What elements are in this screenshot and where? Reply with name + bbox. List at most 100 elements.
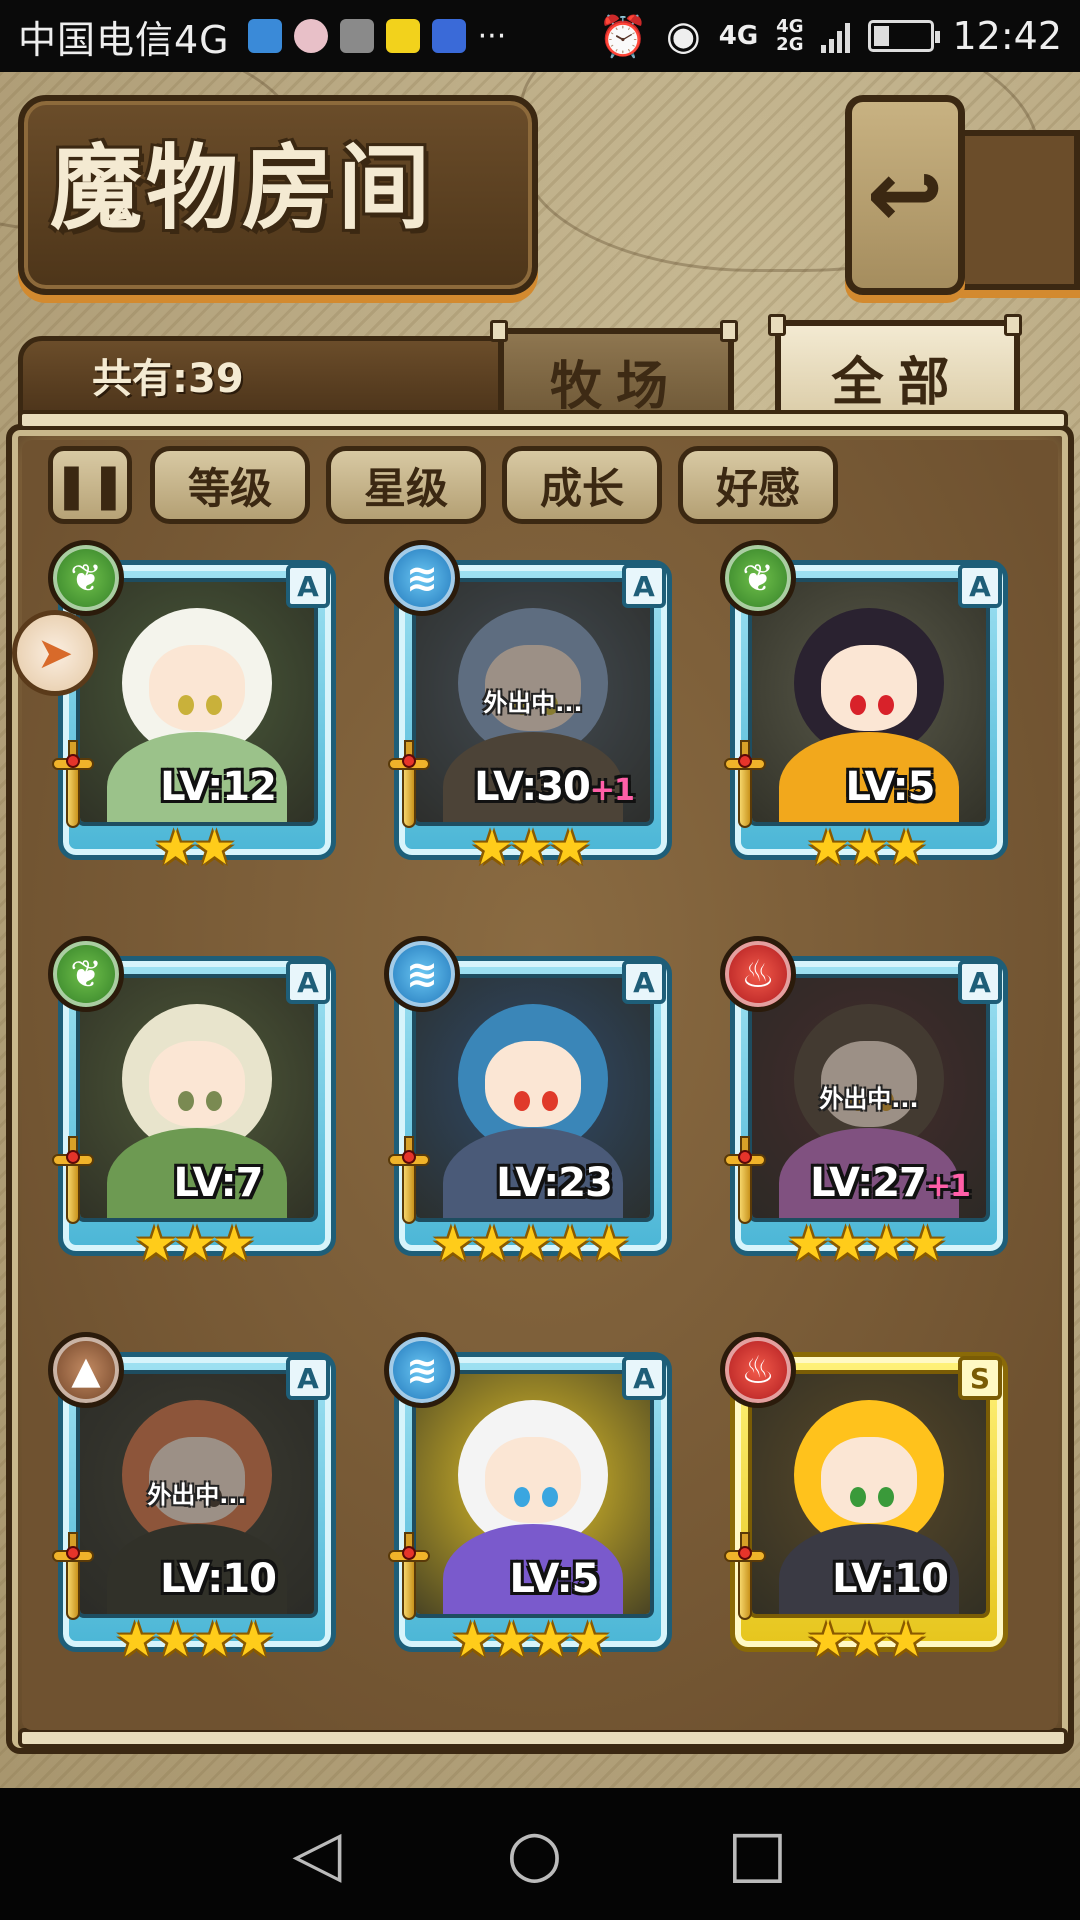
monster-level: LV:10: [790, 1556, 990, 1602]
level-bonus: +1: [925, 1169, 971, 1204]
nav-back-button[interactable]: ◁: [292, 1822, 341, 1886]
sort-growth-label: 成长: [539, 463, 624, 513]
monster-card[interactable]: A ❦ LV:12 ★★: [48, 540, 338, 872]
page-title: 魔物房间: [50, 134, 435, 242]
clock: 12:42: [952, 14, 1062, 58]
signal-icon: [821, 19, 851, 53]
star-icon: ★: [786, 1216, 830, 1272]
weapon-sword-icon: [724, 1136, 766, 1226]
element-glyph: ❦: [70, 556, 102, 600]
rank-badge: A: [622, 1356, 666, 1400]
weapon-sword-icon: [388, 1532, 430, 1622]
element-glyph: ♨: [740, 952, 776, 996]
panel-rail-top: [18, 410, 1068, 430]
star-rating: ★★: [48, 824, 338, 872]
star-icon: ★: [845, 1612, 888, 1668]
element-fire-icon: ♨: [720, 1332, 796, 1408]
star-icon: ★: [568, 1612, 611, 1668]
avatar-icon: [293, 19, 328, 53]
monster-eye-left: [514, 1090, 531, 1111]
sort-star-label: 星级: [363, 463, 448, 513]
element-glyph: ▲: [71, 1348, 101, 1392]
monster-card[interactable]: A ≋ LV:23 ★★★★★: [384, 936, 674, 1268]
nav-recent-button[interactable]: □: [727, 1822, 787, 1886]
away-status-label: 外出中...: [147, 1480, 247, 1509]
away-status-label: 外出中...: [819, 1084, 919, 1113]
rank-badge: A: [622, 960, 666, 1004]
monster-card[interactable]: A ❦ LV:7 ★★★: [48, 936, 338, 1268]
sort-growth-button[interactable]: 成长: [502, 446, 662, 524]
star-rating: ★★★★: [384, 1616, 674, 1664]
sort-affection-button[interactable]: 好感: [678, 446, 838, 524]
star-icon: ★: [153, 1612, 197, 1668]
weapon-sword-icon: [52, 1136, 94, 1226]
sort-level-button[interactable]: 等级: [150, 446, 310, 524]
monster-eye-left: [850, 1486, 867, 1507]
rank-badge: A: [958, 960, 1002, 1004]
star-rating: ★★★★: [720, 1220, 1010, 1268]
monster-card[interactable]: 外出中... A ≋ LV:30+1 ★★★: [384, 540, 674, 872]
monster-card[interactable]: A ≋ LV:5 ★★★★: [384, 1332, 674, 1664]
level-value: LV:12: [160, 764, 277, 810]
element-wood-icon: ❦: [48, 540, 124, 616]
tab-post: [720, 320, 738, 342]
monster-count: 共有:39: [92, 356, 244, 402]
level-value: LV:23: [496, 1160, 613, 1206]
nav-home-button[interactable]: ○: [506, 1822, 562, 1886]
star-icon: ★: [865, 1216, 908, 1272]
header-right-rail: [958, 130, 1080, 290]
monster-eye-left: [514, 1486, 531, 1507]
eye-icon: ◉: [665, 13, 701, 59]
weapon-sword-icon: [52, 1532, 94, 1622]
monster-level: LV:5: [790, 764, 990, 810]
level-value: LV:10: [832, 1556, 949, 1602]
tab-all-label: 全部: [831, 351, 964, 413]
star-icon: ★: [153, 820, 197, 876]
battery-level: [874, 26, 890, 46]
level-value: LV:5: [845, 764, 936, 810]
monster-card[interactable]: 外出中... A ▲ LV:10 ★★★★: [48, 1332, 338, 1664]
element-glyph: ❦: [742, 556, 774, 600]
element-glyph: ≋: [406, 556, 438, 600]
star-icon: ★: [548, 1216, 592, 1272]
star-icon: ★: [114, 1612, 158, 1668]
rank-badge: A: [286, 564, 330, 608]
star-icon: ★: [884, 820, 928, 876]
level-value: LV:7: [173, 1160, 264, 1206]
tab-post: [1004, 314, 1022, 336]
side-action-button[interactable]: ➤: [12, 610, 98, 696]
monster-face: [821, 644, 917, 731]
carrier-label: 中国电信4G: [18, 17, 230, 62]
monster-level: LV:30+1: [454, 764, 654, 810]
element-wood-icon: ❦: [48, 936, 124, 1012]
pause-icon: ❚❚: [53, 459, 127, 511]
monster-face: [149, 1040, 245, 1127]
monster-level: LV:23: [454, 1160, 654, 1206]
health-icon: [247, 19, 282, 53]
sort-order-toggle[interactable]: ❚❚: [48, 446, 132, 524]
away-status-label: 外出中...: [483, 688, 583, 717]
star-icon: ★: [489, 1612, 533, 1668]
level-value: LV:30: [474, 764, 591, 810]
element-glyph: ♨: [740, 1348, 776, 1392]
more-icon: ···: [477, 18, 507, 54]
monster-card[interactable]: A ❦ LV:5 ★★★: [720, 540, 1010, 872]
monster-eye-left: [178, 1090, 195, 1111]
star-icon: ★: [529, 1612, 572, 1668]
level-bonus: +1: [589, 773, 635, 808]
star-icon: ★: [134, 1216, 177, 1272]
sort-affection-label: 好感: [715, 463, 800, 513]
sort-star-button[interactable]: 星级: [326, 446, 486, 524]
star-icon: ★: [173, 1216, 216, 1272]
monster-card[interactable]: 外出中... A ♨ LV:27+1 ★★★★: [720, 936, 1010, 1268]
back-button[interactable]: ↩: [845, 95, 965, 295]
weapon-sword-icon: [724, 1532, 766, 1622]
star-rating: ★★★: [48, 1220, 338, 1268]
sort-level-label: 等级: [187, 463, 272, 513]
network-4g-2g: 4G 2G: [776, 16, 804, 55]
weapon-sword-icon: [52, 740, 94, 830]
star-icon: ★: [193, 820, 236, 876]
gallery-icon: [339, 19, 374, 53]
status-bar: 中国电信4G ··· ⏰ ◉ 4G 4G 2G 12:42: [0, 0, 1080, 72]
monster-card[interactable]: S ♨ LV:10 ★★★: [720, 1332, 1010, 1664]
